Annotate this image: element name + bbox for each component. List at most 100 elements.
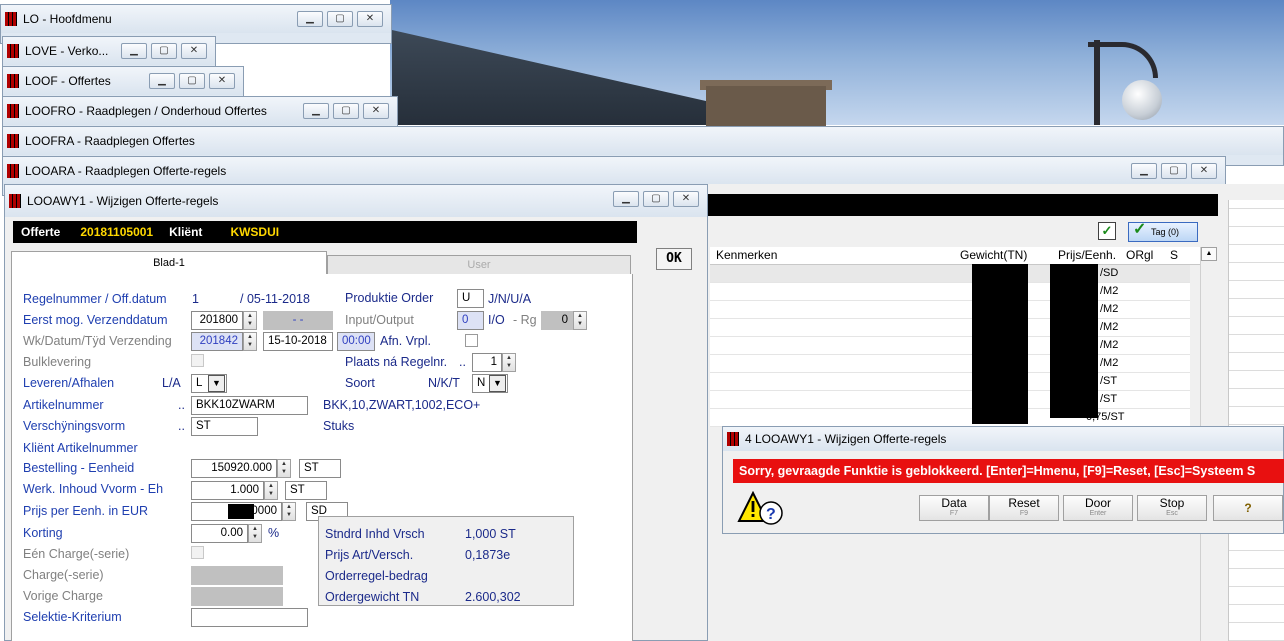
grid-header-bar bbox=[706, 194, 1218, 216]
spinner[interactable]: ▲ ▼ bbox=[243, 332, 257, 351]
minimize-icon[interactable]: ▁ bbox=[149, 73, 175, 89]
titlebar[interactable]: LOOF - Offertes ▁ ▢ ✕ bbox=[3, 67, 243, 95]
artikel-input[interactable]: BKK10ZWARM bbox=[191, 396, 308, 415]
close-icon[interactable]: ✕ bbox=[673, 191, 699, 207]
eerst-input[interactable]: 201800 bbox=[191, 311, 243, 330]
bulk-checkbox[interactable] bbox=[191, 354, 204, 367]
table-row[interactable]: 0,75/ST bbox=[710, 409, 1190, 427]
leveren-label: Leveren/Afhalen bbox=[23, 376, 115, 390]
tijd-input[interactable]: 00:00 bbox=[337, 332, 375, 351]
spinner[interactable]: ▲ ▼ bbox=[264, 481, 278, 500]
checkmark-icon: ✓ bbox=[1133, 221, 1147, 238]
minimize-icon[interactable]: ▁ bbox=[613, 191, 639, 207]
spinner[interactable]: ▲ ▼ bbox=[573, 311, 587, 330]
table-row[interactable]: /M2 bbox=[710, 301, 1190, 319]
close-icon[interactable]: ✕ bbox=[1191, 163, 1217, 179]
window-title: LO - Hoofdmenu bbox=[23, 12, 112, 26]
maximize-icon[interactable]: ▢ bbox=[179, 73, 205, 89]
bestelling-label: Bestelling - Eenheid bbox=[23, 461, 135, 475]
tab-blad-1[interactable]: Blad-1 bbox=[11, 251, 327, 275]
error-dialog[interactable]: 4 LOOAWY1 - Wijzigen Offerte-regels Sorr… bbox=[722, 426, 1284, 534]
reset-button[interactable]: Reset F9 bbox=[989, 495, 1059, 521]
spinner[interactable]: ▲ ▼ bbox=[282, 502, 296, 521]
scroll-up-icon[interactable]: ▲ bbox=[1201, 247, 1217, 261]
table-row[interactable]: /M2 bbox=[710, 319, 1190, 337]
app-icon bbox=[5, 12, 17, 26]
column-gewicht[interactable]: Gewicht(TN) bbox=[960, 248, 1027, 262]
table-row[interactable]: /M2 bbox=[710, 337, 1190, 355]
een-charge-checkbox[interactable] bbox=[191, 546, 204, 559]
titlebar[interactable]: LOOAWY1 - Wijzigen Offerte-regels ▁ ▢ ✕ bbox=[5, 185, 707, 217]
titlebar[interactable]: LOOFRO - Raadplegen / Onderhoud Offertes… bbox=[3, 97, 397, 125]
artikel-dots: .. bbox=[178, 398, 185, 412]
rg-input[interactable]: 0 bbox=[541, 311, 573, 330]
maximize-icon[interactable]: ▢ bbox=[327, 11, 353, 27]
button-key: Esc bbox=[1166, 510, 1178, 517]
plaats-input[interactable]: 1 bbox=[472, 353, 502, 372]
prijs-value: 0000 bbox=[251, 505, 277, 517]
checkmark-icon[interactable]: ✓ bbox=[1098, 222, 1116, 240]
spinner[interactable]: ▲ ▼ bbox=[502, 353, 516, 372]
korting-input[interactable]: 0.00 bbox=[191, 524, 248, 543]
bestelling-unit[interactable]: ST bbox=[299, 459, 341, 478]
chevron-down-icon[interactable]: ▼ bbox=[208, 375, 225, 392]
minimize-icon[interactable]: ▁ bbox=[121, 43, 147, 59]
maximize-icon[interactable]: ▢ bbox=[1161, 163, 1187, 179]
close-icon[interactable]: ✕ bbox=[357, 11, 383, 27]
minimize-icon[interactable]: ▁ bbox=[297, 11, 323, 27]
inhoud-unit[interactable]: ST bbox=[285, 481, 327, 500]
table-row[interactable]: /SD bbox=[710, 265, 1190, 283]
titlebar[interactable]: LOOFRA - Raadplegen Offertes bbox=[3, 127, 1283, 155]
bestelling-input[interactable]: 150920.000 bbox=[191, 459, 277, 478]
titlebar[interactable]: LOOARA - Raadplegen Offerte-regels ▁ ▢ ✕ bbox=[3, 157, 1225, 185]
selektie-input[interactable] bbox=[191, 608, 308, 627]
close-icon[interactable]: ✕ bbox=[209, 73, 235, 89]
data-button[interactable]: Data F7 bbox=[919, 495, 989, 521]
stop-button[interactable]: Stop Esc bbox=[1137, 495, 1207, 521]
cell-prijs: /M2 bbox=[1100, 285, 1119, 297]
maximize-icon[interactable]: ▢ bbox=[643, 191, 669, 207]
spinner[interactable]: ▲ ▼ bbox=[248, 524, 262, 543]
charge-input[interactable] bbox=[191, 566, 283, 585]
table-row[interactable]: /ST bbox=[710, 391, 1190, 409]
produktie-input[interactable]: U bbox=[457, 289, 484, 308]
bulk-label: Bulklevering bbox=[23, 355, 92, 369]
titlebar[interactable]: LO - Hoofdmenu ▁ ▢ ✕ bbox=[1, 5, 391, 33]
app-icon bbox=[7, 164, 19, 178]
afn-checkbox[interactable] bbox=[465, 334, 478, 347]
cell-prijs: /M2 bbox=[1100, 303, 1119, 315]
table-row[interactable]: /M2 bbox=[710, 283, 1190, 301]
maximize-icon[interactable]: ▢ bbox=[333, 103, 359, 119]
inhoud-input[interactable]: 1.000 bbox=[191, 481, 264, 500]
vorige-charge-input[interactable] bbox=[191, 587, 283, 606]
inout-input[interactable]: 0 bbox=[457, 311, 484, 330]
column-orgl[interactable]: ORgl bbox=[1126, 248, 1153, 262]
door-button[interactable]: Door Enter bbox=[1063, 495, 1133, 521]
titlebar[interactable]: LOVE - Verko... ▁ ▢ ✕ bbox=[3, 37, 215, 65]
window-controls: ▁ ▢ ✕ bbox=[297, 11, 383, 27]
help-icon[interactable]: ? bbox=[1213, 495, 1283, 521]
chevron-down-icon[interactable]: ▼ bbox=[489, 375, 506, 392]
column-kenmerken[interactable]: Kenmerken bbox=[716, 248, 777, 262]
table-row[interactable]: /M2 bbox=[710, 355, 1190, 373]
close-icon[interactable]: ✕ bbox=[181, 43, 207, 59]
column-prijs[interactable]: Prijs/Eenh. bbox=[1058, 248, 1116, 262]
spinner[interactable]: ▲ ▼ bbox=[277, 459, 291, 478]
table-row[interactable]: /ST bbox=[710, 373, 1190, 391]
ok-button[interactable]: OK bbox=[656, 248, 692, 270]
tab-user[interactable]: User bbox=[327, 255, 631, 275]
minimize-icon[interactable]: ▁ bbox=[1131, 163, 1157, 179]
maximize-icon[interactable]: ▢ bbox=[151, 43, 177, 59]
titlebar[interactable]: 4 LOOAWY1 - Wijzigen Offerte-regels bbox=[723, 427, 1283, 451]
close-icon[interactable]: ✕ bbox=[363, 103, 389, 119]
datum-input[interactable]: 15-10-2018 bbox=[263, 332, 333, 351]
tag-button[interactable]: ✓ Tag (0) bbox=[1128, 221, 1198, 242]
column-s[interactable]: S bbox=[1170, 248, 1178, 262]
app-icon bbox=[9, 194, 21, 208]
photo-lamp-globe bbox=[1122, 80, 1162, 120]
minimize-icon[interactable]: ▁ bbox=[303, 103, 329, 119]
spinner[interactable]: ▲ ▼ bbox=[243, 311, 257, 330]
vorm-input[interactable]: ST bbox=[191, 417, 258, 436]
offerte-value: 20181105001 bbox=[80, 225, 154, 239]
wk-input[interactable]: 201842 bbox=[191, 332, 243, 351]
